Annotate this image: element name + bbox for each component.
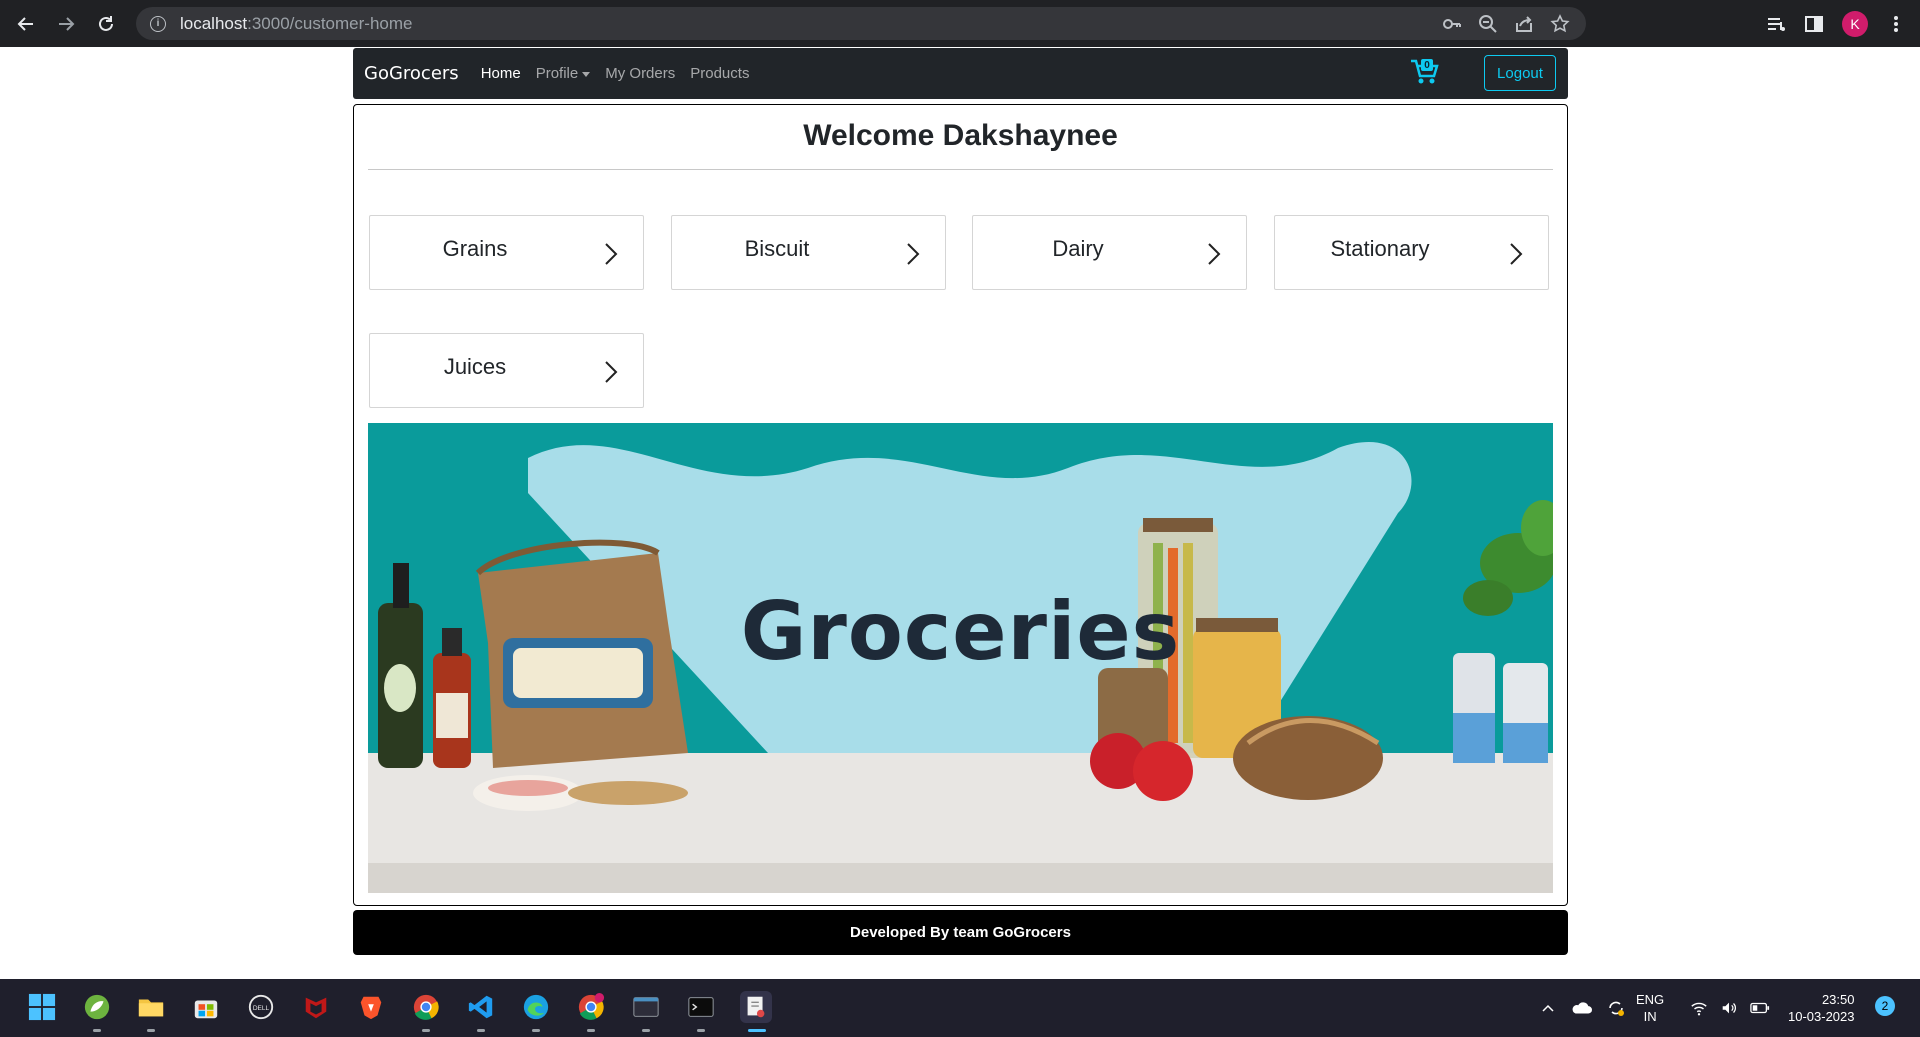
browser-toolbar: i localhost:3000/customer-home K	[0, 0, 1920, 47]
chrome-profile-icon[interactable]	[575, 991, 607, 1023]
svg-text:DELL: DELL	[253, 1005, 270, 1012]
nav-profile-dropdown[interactable]: Profile	[536, 65, 591, 82]
reload-icon[interactable]	[86, 4, 126, 44]
chevron-right-icon	[605, 361, 618, 383]
notification-badge[interactable]: 2	[1875, 996, 1895, 1016]
zoom-icon[interactable]	[1478, 14, 1498, 34]
running-indicator	[642, 1029, 650, 1032]
running-indicator	[532, 1029, 540, 1032]
cart-icon[interactable]: 0	[1409, 58, 1439, 86]
url-text[interactable]: localhost:3000/customer-home	[180, 14, 412, 34]
category-card-juices[interactable]: Juices	[369, 333, 644, 408]
category-label: Stationary	[1330, 236, 1430, 261]
vscode-icon[interactable]	[465, 991, 497, 1023]
chevron-right-icon	[1510, 243, 1523, 265]
logout-button[interactable]: Logout	[1484, 55, 1556, 91]
nav-products[interactable]: Products	[690, 65, 749, 82]
snipping-tool-icon[interactable]	[740, 991, 772, 1023]
address-bar[interactable]: i localhost:3000/customer-home	[136, 7, 1586, 40]
cart-count-badge: 0	[1421, 59, 1433, 71]
running-indicator	[477, 1029, 485, 1032]
spring-icon[interactable]	[81, 991, 113, 1023]
nav-home[interactable]: Home	[481, 65, 521, 82]
system-tray	[1540, 979, 1626, 1037]
active-indicator	[748, 1029, 766, 1032]
category-label: Dairy	[1052, 236, 1104, 261]
reading-list-icon[interactable]	[1766, 14, 1786, 34]
category-label: Juices	[443, 354, 507, 379]
volume-icon	[1722, 1002, 1736, 1014]
dell-icon[interactable]: DELL	[245, 991, 277, 1023]
chevron-right-icon	[605, 243, 618, 265]
edge-icon[interactable]	[520, 991, 552, 1023]
running-indicator	[93, 1029, 101, 1032]
main-card: Welcome Dakshaynee Grains Biscuit Dairy …	[353, 104, 1568, 906]
footer-text: Developed By team GoGrocers	[850, 924, 1071, 941]
profile-avatar[interactable]: K	[1842, 10, 1868, 37]
menu-dots-icon[interactable]	[1886, 14, 1906, 34]
onedrive-icon[interactable]	[1570, 1000, 1592, 1016]
back-icon[interactable]	[6, 4, 46, 44]
brave-icon[interactable]	[355, 991, 387, 1023]
store-icon[interactable]	[190, 991, 222, 1023]
site-info-icon[interactable]: i	[150, 15, 166, 32]
forward-icon[interactable]	[46, 4, 86, 44]
battery-icon	[1750, 1002, 1770, 1014]
clock[interactable]: 23:50 10-03-2023	[1788, 979, 1855, 1037]
caret-down-icon	[582, 71, 591, 77]
chrome-icon[interactable]	[410, 991, 442, 1023]
side-panel-icon[interactable]	[1804, 14, 1824, 34]
divider	[368, 169, 1553, 170]
running-indicator	[697, 1029, 705, 1032]
share-icon[interactable]	[1514, 14, 1534, 34]
category-label: Biscuit	[744, 236, 810, 261]
quick-settings[interactable]	[1690, 979, 1770, 1037]
wifi-icon	[1691, 1002, 1707, 1016]
terminal-icon[interactable]	[685, 991, 717, 1023]
welcome-heading: Welcome Dakshaynee	[803, 119, 1118, 152]
category-card-biscuit[interactable]: Biscuit	[671, 215, 946, 290]
taskbar: DELL ENG IN 23:50 10-03-2023 2	[0, 979, 1920, 1037]
app-navbar: GoGrocers Home Profile My Orders Product…	[353, 48, 1568, 99]
running-indicator	[147, 1029, 155, 1032]
category-label: Grains	[442, 236, 508, 261]
mysql-workbench-icon[interactable]	[630, 991, 662, 1023]
banner-title: Groceries	[740, 585, 1181, 678]
key-icon[interactable]	[1442, 14, 1462, 34]
mcafee-icon[interactable]	[300, 991, 332, 1023]
category-card-stationary[interactable]: Stationary	[1274, 215, 1549, 290]
running-indicator	[422, 1029, 430, 1032]
language-indicator[interactable]: ENG IN	[1636, 979, 1664, 1037]
sync-icon[interactable]	[1606, 998, 1626, 1018]
running-indicator	[587, 1029, 595, 1032]
nav-my-orders[interactable]: My Orders	[605, 65, 675, 82]
category-card-dairy[interactable]: Dairy	[972, 215, 1247, 290]
footer: Developed By team GoGrocers	[353, 910, 1568, 955]
windows-start-icon[interactable]	[26, 991, 58, 1023]
chevron-right-icon	[907, 243, 920, 265]
chevron-right-icon	[1208, 243, 1221, 265]
brand-link[interactable]: GoGrocers	[364, 63, 459, 84]
category-card-grains[interactable]: Grains	[369, 215, 644, 290]
bookmark-star-icon[interactable]	[1550, 13, 1570, 34]
groceries-banner: Groceries	[368, 423, 1553, 893]
chevron-up-icon[interactable]	[1540, 1000, 1556, 1016]
file-explorer-icon[interactable]	[135, 991, 167, 1023]
